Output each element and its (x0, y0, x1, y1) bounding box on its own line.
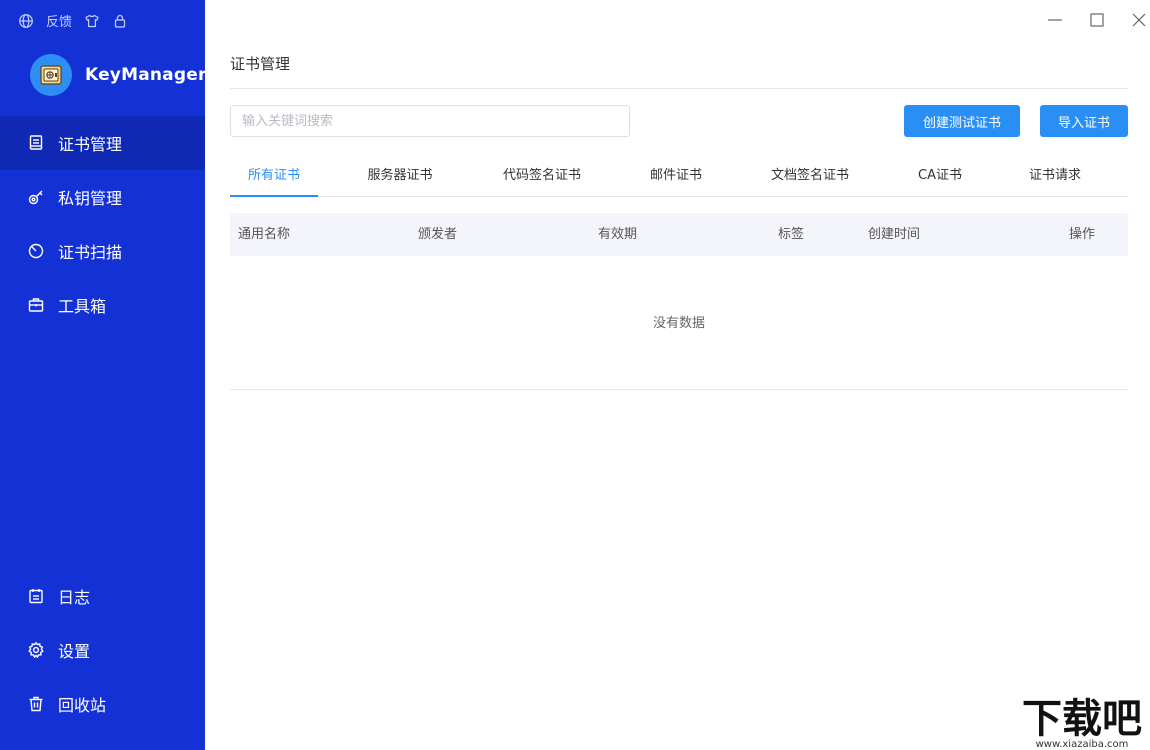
certificate-icon (27, 134, 45, 152)
sidebar-item-certificate-management[interactable]: 证书管理 (0, 116, 205, 170)
maximize-button[interactable] (1086, 10, 1108, 30)
column-header-issuer[interactable]: 颁发者 (418, 213, 457, 256)
settings-icon (27, 641, 45, 659)
sidebar-item-recycle-bin[interactable]: 回收站 (0, 677, 205, 731)
app-brand: KeyManager (30, 54, 207, 96)
sidebar-item-certificate-scan[interactable]: 证书扫描 (0, 224, 205, 278)
create-test-certificate-button[interactable]: 创建测试证书 (904, 105, 1020, 137)
sidebar-item-log[interactable]: 日志 (0, 569, 205, 623)
tab-email-certificates[interactable]: 邮件证书 (636, 158, 716, 197)
sidebar-item-label: 工具箱 (58, 293, 106, 317)
table-empty-message: 没有数据 (230, 312, 1128, 331)
minimize-button[interactable] (1044, 10, 1066, 30)
sidebar-item-settings[interactable]: 设置 (0, 623, 205, 677)
sidebar-item-label: 证书扫描 (58, 239, 122, 263)
feedback-link[interactable]: 反馈 (46, 11, 72, 30)
sidebar-item-toolbox[interactable]: 工具箱 (0, 278, 205, 332)
sidebar-nav: 证书管理 私钥管理 证书扫描 工具箱 (0, 116, 205, 332)
sidebar-item-label: 日志 (58, 584, 90, 608)
tab-ca-certificates[interactable]: CA证书 (905, 158, 975, 197)
sidebar-item-label: 证书管理 (58, 131, 122, 155)
column-header-actions: 操作 (1069, 213, 1095, 256)
import-certificate-button[interactable]: 导入证书 (1040, 105, 1128, 137)
sidebar-item-label: 回收站 (58, 692, 106, 716)
sidebar: 反馈 KeyManager 证书管理 (0, 0, 205, 750)
trash-icon (27, 695, 45, 713)
lock-icon[interactable] (112, 13, 128, 29)
certificate-type-tabs: 所有证书 服务器证书 代码签名证书 邮件证书 文档签名证书 CA证书 证书请求 (230, 158, 1128, 197)
title-divider (230, 88, 1128, 89)
sidebar-item-label: 设置 (58, 638, 90, 662)
sidebar-nav-bottom: 日志 设置 回收站 (0, 569, 205, 731)
column-header-common-name[interactable]: 通用名称 (238, 213, 290, 256)
sidebar-item-private-key-management[interactable]: 私钥管理 (0, 170, 205, 224)
tab-document-signing-certificates[interactable]: 文档签名证书 (760, 158, 860, 197)
tab-server-certificates[interactable]: 服务器证书 (355, 158, 445, 197)
app-name: KeyManager (85, 65, 207, 85)
app-logo-icon (30, 54, 72, 96)
theme-shirt-icon[interactable] (84, 13, 100, 29)
log-icon (27, 587, 45, 605)
window-controls (1044, 10, 1150, 30)
tab-certificate-requests[interactable]: 证书请求 (1017, 158, 1093, 197)
scan-icon (27, 242, 45, 260)
globe-icon[interactable] (18, 13, 34, 29)
table-bottom-divider (230, 389, 1128, 390)
watermark-url: www.xiazaiba.com (1036, 739, 1129, 750)
column-header-tags[interactable]: 标签 (778, 213, 804, 256)
table-header: 通用名称 颁发者 有效期 标签 创建时间 操作 (230, 213, 1128, 256)
page-title: 证书管理 (230, 53, 290, 74)
tab-code-signing-certificates[interactable]: 代码签名证书 (492, 158, 592, 197)
watermark-text: 下载吧 (1022, 696, 1142, 742)
search-input[interactable] (230, 105, 630, 137)
key-icon (27, 188, 45, 206)
column-header-created-time[interactable]: 创建时间 (868, 213, 920, 256)
column-header-validity[interactable]: 有效期 (598, 213, 637, 256)
close-button[interactable] (1128, 10, 1150, 30)
tab-all-certificates[interactable]: 所有证书 (230, 158, 318, 197)
watermark-logo: 下载吧 www.xiazaiba.com (1014, 694, 1150, 750)
main-content: 证书管理 创建测试证书 导入证书 所有证书 服务器证书 代码签名证书 邮件证书 … (230, 0, 1128, 750)
toolbox-icon (27, 296, 45, 314)
sidebar-top-tools: 反馈 (18, 11, 128, 30)
sidebar-item-label: 私钥管理 (58, 185, 122, 209)
